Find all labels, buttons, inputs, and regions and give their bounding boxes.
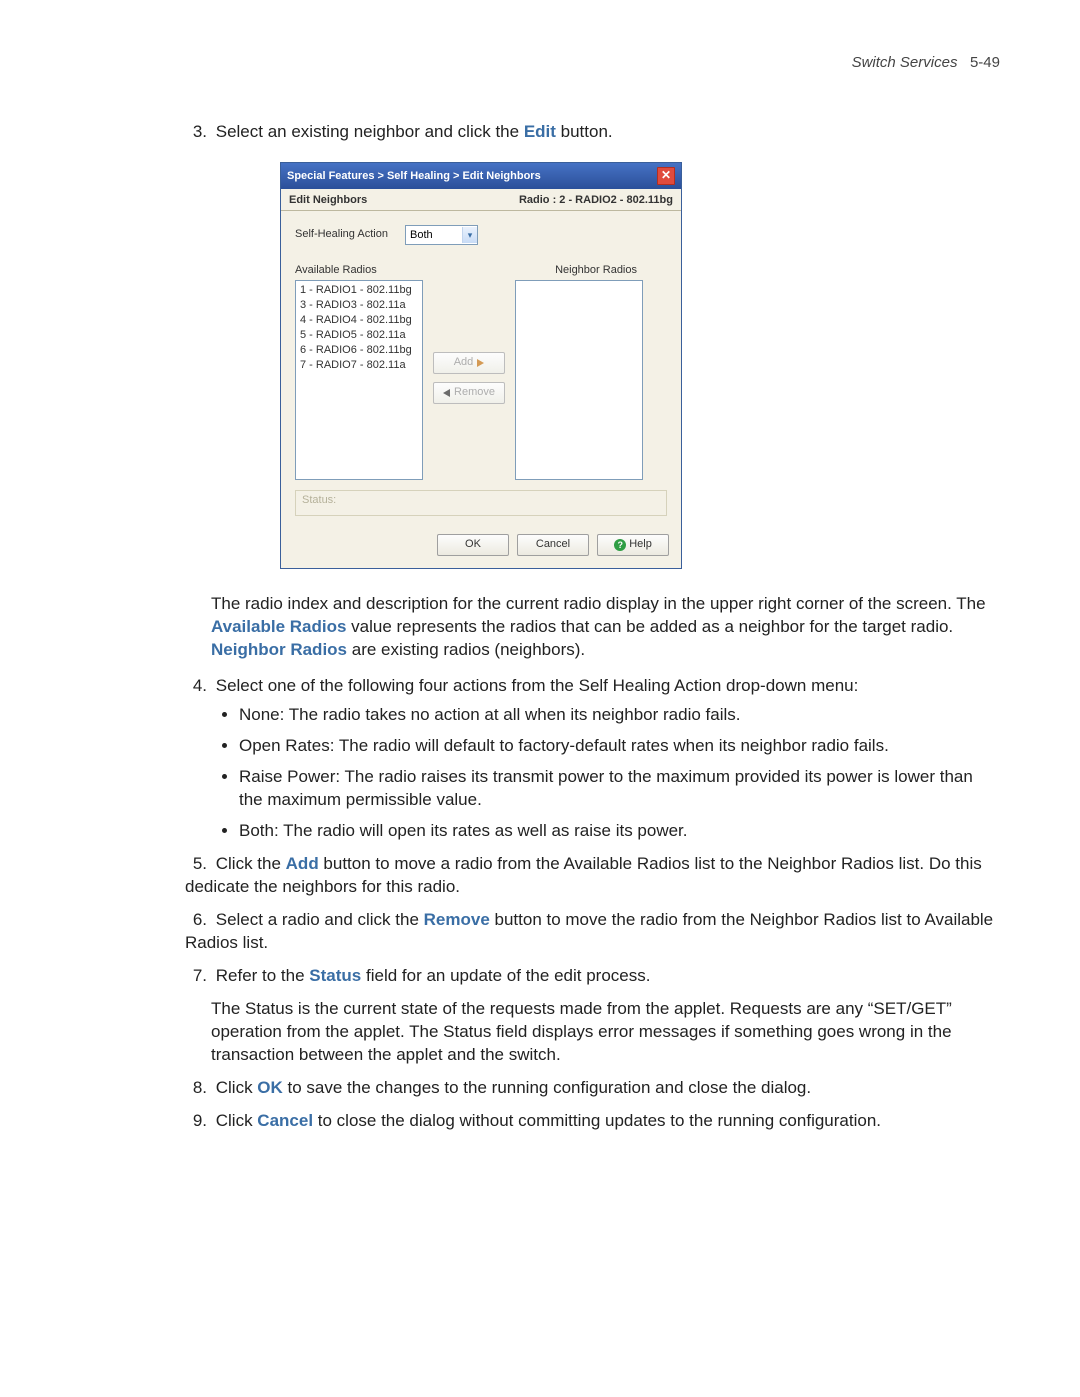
list-item: Raise Power: The radio raises its transm… — [239, 766, 1000, 812]
step-number: 9. — [185, 1110, 207, 1133]
help-icon: ? — [614, 539, 626, 551]
list-item: Both: The radio will open its rates as w… — [239, 820, 1000, 843]
remove-button-label: Remove — [454, 385, 495, 400]
list-item[interactable]: 7 - RADIO7 - 802.11a — [300, 358, 418, 373]
cancel-button[interactable]: Cancel — [517, 534, 589, 556]
self-healing-action-value[interactable] — [406, 228, 462, 242]
dialog-description: The radio index and description for the … — [211, 593, 1000, 662]
status-label: Status: — [302, 494, 336, 506]
step-4: 4. Select one of the following four acti… — [185, 675, 1000, 843]
close-icon[interactable]: ✕ — [657, 167, 675, 185]
subheader-right: Radio : 2 - RADIO2 - 802.11bg — [519, 193, 673, 208]
remove-button[interactable]: Remove — [433, 382, 505, 404]
text: Select an existing neighbor and click th… — [216, 122, 524, 141]
cancel-keyword: Cancel — [257, 1111, 313, 1130]
step-number: 6. — [185, 909, 207, 932]
list-item[interactable]: 3 - RADIO3 - 802.11a — [300, 298, 418, 313]
list-item[interactable]: 6 - RADIO6 - 802.11bg — [300, 343, 418, 358]
dialog-subheader: Edit Neighbors Radio : 2 - RADIO2 - 802.… — [281, 189, 681, 211]
self-healing-action-select[interactable]: ▾ — [405, 225, 478, 245]
text: Click the — [216, 854, 286, 873]
step-9: 9. Click Cancel to close the dialog with… — [185, 1110, 1000, 1133]
edit-neighbors-dialog: Special Features > Self Healing > Edit N… — [280, 162, 682, 569]
step-3: 3. Select an existing neighbor and click… — [185, 121, 1000, 144]
chevron-down-icon[interactable]: ▾ — [462, 227, 477, 243]
available-radios-list[interactable]: 1 - RADIO1 - 802.11bg3 - RADIO3 - 802.11… — [295, 280, 423, 480]
text: The radio index and description for the … — [211, 594, 986, 613]
add-button[interactable]: Add — [433, 352, 505, 374]
edit-keyword: Edit — [524, 122, 556, 141]
list-item[interactable]: 1 - RADIO1 - 802.11bg — [300, 283, 418, 298]
text: are existing radios (neighbors). — [347, 640, 585, 659]
neighbor-radios-keyword: Neighbor Radios — [211, 640, 347, 659]
cancel-label: Cancel — [536, 537, 570, 552]
list-item: Open Rates: The radio will default to fa… — [239, 735, 1000, 758]
self-healing-action-row: Self-Healing Action ▾ — [295, 225, 667, 245]
subheader-left: Edit Neighbors — [289, 193, 367, 208]
text: field for an update of the edit process. — [361, 966, 650, 985]
step-number: 4. — [185, 675, 207, 698]
list-item: None: The radio takes no action at all w… — [239, 704, 1000, 727]
text: to close the dialog without committing u… — [313, 1111, 881, 1130]
step-number: 3. — [185, 121, 207, 144]
dialog-figure: Special Features > Self Healing > Edit N… — [280, 162, 1000, 569]
ok-button[interactable]: OK — [437, 534, 509, 556]
step-7: 7. Refer to the Status field for an upda… — [185, 965, 1000, 1067]
available-radios-keyword: Available Radios — [211, 617, 346, 636]
help-button[interactable]: ? Help — [597, 534, 669, 556]
dialog-titlebar: Special Features > Self Healing > Edit N… — [281, 163, 681, 189]
page-ref: 5-49 — [970, 54, 1000, 71]
section-title: Switch Services — [852, 54, 958, 71]
available-radios-label: Available Radios — [295, 263, 377, 278]
list-item[interactable]: 4 - RADIO4 - 802.11bg — [300, 313, 418, 328]
page-header: Switch Services 5-49 — [80, 54, 1000, 71]
step-number: 8. — [185, 1077, 207, 1100]
text: Refer to the — [216, 966, 310, 985]
ok-label: OK — [465, 537, 481, 552]
step-6: 6. Select a radio and click the Remove b… — [185, 909, 1000, 955]
status-field: Status: — [295, 490, 667, 516]
self-healing-action-label: Self-Healing Action — [295, 227, 405, 242]
add-button-label: Add — [454, 355, 474, 370]
step-number: 7. — [185, 965, 207, 988]
text: Select a radio and click the — [216, 910, 424, 929]
neighbor-radios-list[interactable] — [515, 280, 643, 480]
neighbor-radios-label: Neighbor Radios — [555, 263, 637, 278]
text: Select one of the following four actions… — [216, 676, 859, 695]
add-keyword: Add — [286, 854, 319, 873]
arrow-left-icon — [443, 389, 450, 397]
remove-keyword: Remove — [424, 910, 490, 929]
text: value represents the radios that can be … — [346, 617, 953, 636]
step-5: 5. Click the Add button to move a radio … — [185, 853, 1000, 899]
dialog-breadcrumb: Special Features > Self Healing > Edit N… — [287, 169, 541, 184]
step-7-paragraph: The Status is the current state of the r… — [211, 998, 1000, 1067]
text: button. — [556, 122, 613, 141]
help-label: Help — [629, 537, 652, 552]
step-8: 8. Click OK to save the changes to the r… — [185, 1077, 1000, 1100]
step-number: 5. — [185, 853, 207, 876]
list-item[interactable]: 5 - RADIO5 - 802.11a — [300, 328, 418, 343]
text: Click — [216, 1078, 258, 1097]
ok-keyword: OK — [257, 1078, 283, 1097]
text: to save the changes to the running confi… — [283, 1078, 811, 1097]
arrow-right-icon — [477, 359, 484, 367]
text: Click — [216, 1111, 258, 1130]
status-keyword: Status — [309, 966, 361, 985]
